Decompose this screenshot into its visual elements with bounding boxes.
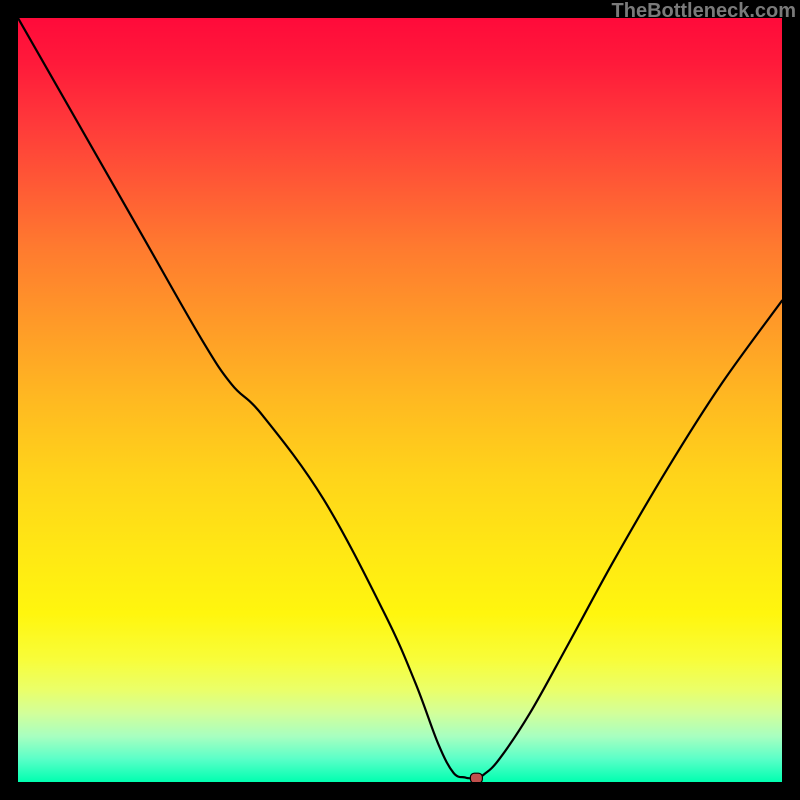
watermark-text: TheBottleneck.com bbox=[612, 0, 796, 23]
minimum-marker bbox=[470, 773, 482, 782]
chart-frame: TheBottleneck.com bbox=[0, 0, 800, 800]
curve-svg bbox=[18, 18, 782, 782]
bottleneck-curve bbox=[18, 18, 782, 779]
plot-area bbox=[18, 18, 782, 782]
